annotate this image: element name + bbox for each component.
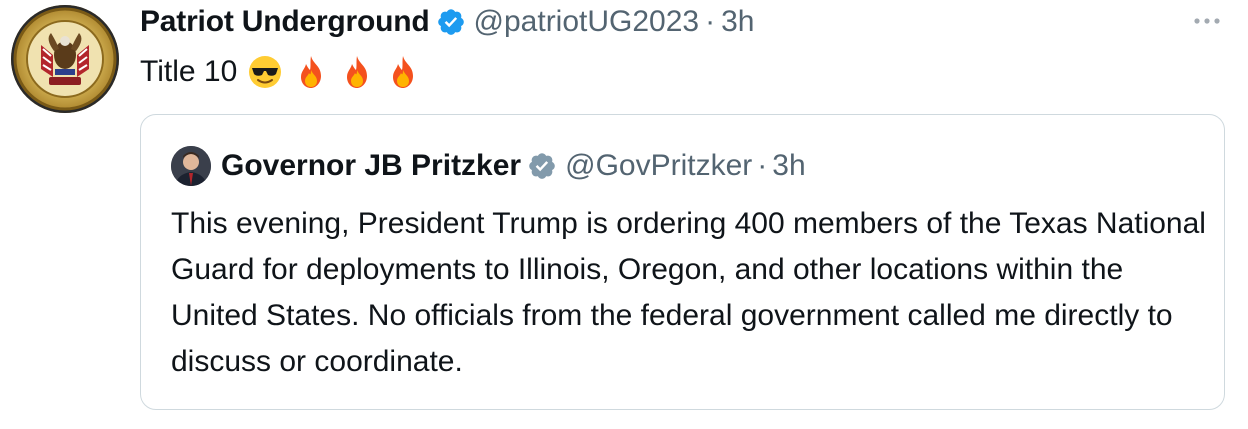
person-portrait-icon (171, 146, 211, 186)
quoted-tweet-timestamp[interactable]: 3h (772, 149, 805, 183)
author-avatar[interactable] (11, 5, 119, 113)
quoted-author-handle[interactable]: @GovPritzker (565, 149, 752, 183)
seal-logo-icon (13, 7, 117, 111)
more-options-icon[interactable] (1190, 4, 1224, 38)
fire-emoji-icon (385, 54, 421, 90)
author-handle[interactable]: @patriotUG2023 (474, 5, 700, 39)
tweet-timestamp[interactable]: 3h (721, 5, 754, 39)
government-verified-badge-icon[interactable] (527, 151, 557, 181)
fire-emoji-icon (293, 54, 329, 90)
tweet[interactable]: Patriot Underground @patriotUG2023 · 3h … (0, 0, 1248, 429)
sunglasses-emoji-icon (247, 54, 283, 90)
author-display-name[interactable]: Patriot Underground (140, 5, 430, 39)
quoted-tweet-text: This evening, President Trump is orderin… (171, 207, 1206, 378)
quoted-author-avatar[interactable] (171, 146, 211, 186)
quoted-tweet-header: Governor JB Pritzker @GovPritzker · 3h (171, 145, 806, 187)
quoted-tweet-card[interactable]: Governor JB Pritzker @GovPritzker · 3h T… (140, 114, 1225, 410)
tweet-text-content: Title 10 (140, 55, 238, 88)
quoted-header-separator: · (757, 149, 768, 182)
header-separator: · (705, 5, 716, 38)
tweet-text: Title 10 (140, 52, 421, 92)
verified-badge-icon[interactable] (436, 7, 466, 37)
fire-emoji-icon (339, 54, 375, 90)
tweet-header: Patriot Underground @patriotUG2023 · 3h (140, 0, 754, 44)
quoted-author-display-name[interactable]: Governor JB Pritzker (221, 149, 521, 183)
